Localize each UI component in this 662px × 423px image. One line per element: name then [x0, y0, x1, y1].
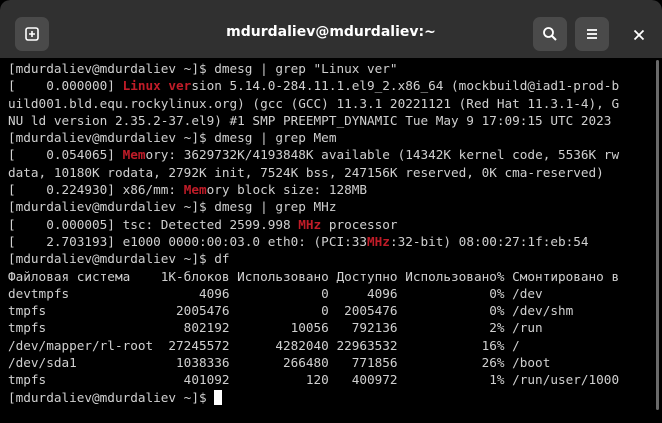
terminal-text: [ 0.224930] x86/mm: — [8, 182, 184, 198]
terminal-line: [ 0.224930] x86/mm: Memory block size: 1… — [8, 181, 650, 198]
grep-match-highlight: Mem — [122, 147, 146, 163]
text-cursor — [214, 389, 223, 405]
terminal-line: tmpfs 401092 120 400972 1% /run/user/100… — [8, 371, 650, 388]
terminal-line: [mdurdaliev@mdurdaliev ~]$ dmesg | grep … — [8, 129, 650, 146]
terminal-text: tmpfs 2005476 0 2005476 0% /dev/shm — [8, 303, 574, 319]
close-icon — [633, 29, 645, 41]
terminal-line: [ 0.000005] tsc: Detected 2599.998 MHz p… — [8, 216, 650, 233]
title-bar[interactable]: mdurdaliev@mdurdaliev:~ — [0, 0, 662, 58]
grep-match-highlight: MHz — [367, 233, 390, 249]
scrollbar[interactable] — [656, 60, 659, 410]
search-icon — [543, 27, 557, 41]
terminal-window: mdurdaliev@mdurdaliev:~ [mdurdaliev@mdur… — [0, 0, 662, 423]
terminal-text: [mdurdaliev@mdurdaliev ~]$ dmesg | grep … — [8, 199, 337, 215]
terminal-line: devtmpfs 4096 0 4096 0% /dev — [8, 285, 650, 302]
grep-match-highlight: Linux ver — [122, 78, 192, 94]
terminal-text: processor — [321, 216, 398, 232]
terminal-line: data, 10180K rodata, 2792K init, 7524K b… — [8, 164, 650, 181]
terminal-text: [mdurdaliev@mdurdaliev ~]$ dmesg | grep … — [8, 130, 337, 146]
terminal-text: [mdurdaliev@mdurdaliev ~]$ — [8, 389, 215, 405]
terminal-line: [ 0.054065] Memory: 3629732K/4193848K av… — [8, 146, 650, 163]
terminal-line: uild001.bld.equ.rockylinux.org) (gcc (GC… — [8, 95, 650, 112]
terminal-text: sion 5.14.0-284.11.1.el9_2.x86_64 (mockb… — [191, 78, 620, 94]
terminal-line: [ 2.703193] e1000 0000:00:03.0 eth0: (PC… — [8, 233, 650, 250]
terminal-text: /dev/sda1 1038336 266480 771856 26% /boo… — [8, 355, 551, 371]
terminal-line: NU ld version 2.35.2-37.el9) #1 SMP PREE… — [8, 112, 650, 129]
terminal-text: ory: 3629732K/4193848K available (14342K… — [145, 147, 620, 163]
terminal-text: NU ld version 2.35.2-37.el9) #1 SMP PREE… — [8, 112, 612, 128]
terminal-line: [mdurdaliev@mdurdaliev ~]$ dmesg | grep … — [8, 198, 650, 215]
hamburger-menu-icon — [587, 29, 597, 39]
terminal-text: [ 0.054065] — [8, 147, 123, 163]
terminal-line: [ 0.000000] Linux version 5.14.0-284.11.… — [8, 77, 650, 94]
terminal-text: [mdurdaliev@mdurdaliev ~]$ dmesg | grep … — [8, 61, 398, 76]
grep-match-highlight: Mem — [183, 182, 207, 198]
terminal-line: [mdurdaliev@mdurdaliev ~]$ df — [8, 250, 650, 267]
terminal-line: [mdurdaliev@mdurdaliev ~]$ — [8, 389, 650, 405]
menu-button[interactable] — [575, 17, 609, 51]
terminal-line: Файловая система 1K-блоков Использовано … — [8, 268, 650, 285]
terminal-text: :32-bit) 08:00:27:1f:eb:54 — [389, 233, 589, 249]
terminal-output[interactable]: [mdurdaliev@mdurdaliev ~]$ dmesg | grep … — [8, 60, 650, 405]
terminal-text: tmpfs 802192 10056 792136 2% /run — [8, 320, 543, 336]
search-button[interactable] — [533, 17, 567, 51]
terminal-line: tmpfs 2005476 0 2005476 0% /dev/shm — [8, 302, 650, 319]
terminal-line: tmpfs 802192 10056 792136 2% /run — [8, 319, 650, 336]
terminal-text: uild001.bld.equ.rockylinux.org) (gcc (GC… — [8, 95, 620, 111]
terminal-text: [ 0.000005] tsc: Detected 2599.998 — [8, 216, 299, 232]
terminal-text: [mdurdaliev@mdurdaliev ~]$ df — [8, 251, 230, 267]
terminal-text: data, 10180K rodata, 2792K init, 7524K b… — [8, 164, 604, 180]
terminal-text: /dev/mapper/rl-root 27245572 4282040 229… — [8, 337, 520, 353]
terminal-line: /dev/mapper/rl-root 27245572 4282040 229… — [8, 337, 650, 354]
grep-match-highlight: MHz — [298, 216, 322, 232]
terminal-text: tmpfs 401092 120 400972 1% /run/user/100… — [8, 372, 620, 388]
terminal-line: /dev/sda1 1038336 266480 771856 26% /boo… — [8, 354, 650, 371]
close-button[interactable] — [628, 24, 650, 46]
terminal-line: [mdurdaliev@mdurdaliev ~]$ dmesg | grep … — [8, 60, 650, 77]
terminal-text: [ 2.703193] e1000 0000:00:03.0 eth0: (PC… — [8, 233, 368, 249]
terminal-text: devtmpfs 4096 0 4096 0% /dev — [8, 285, 543, 301]
terminal-text: [ 0.000000] — [8, 78, 123, 94]
terminal-text: Файловая система 1K-блоков Использовано … — [8, 268, 620, 284]
terminal-text: ory block size: 128MB — [206, 182, 368, 198]
